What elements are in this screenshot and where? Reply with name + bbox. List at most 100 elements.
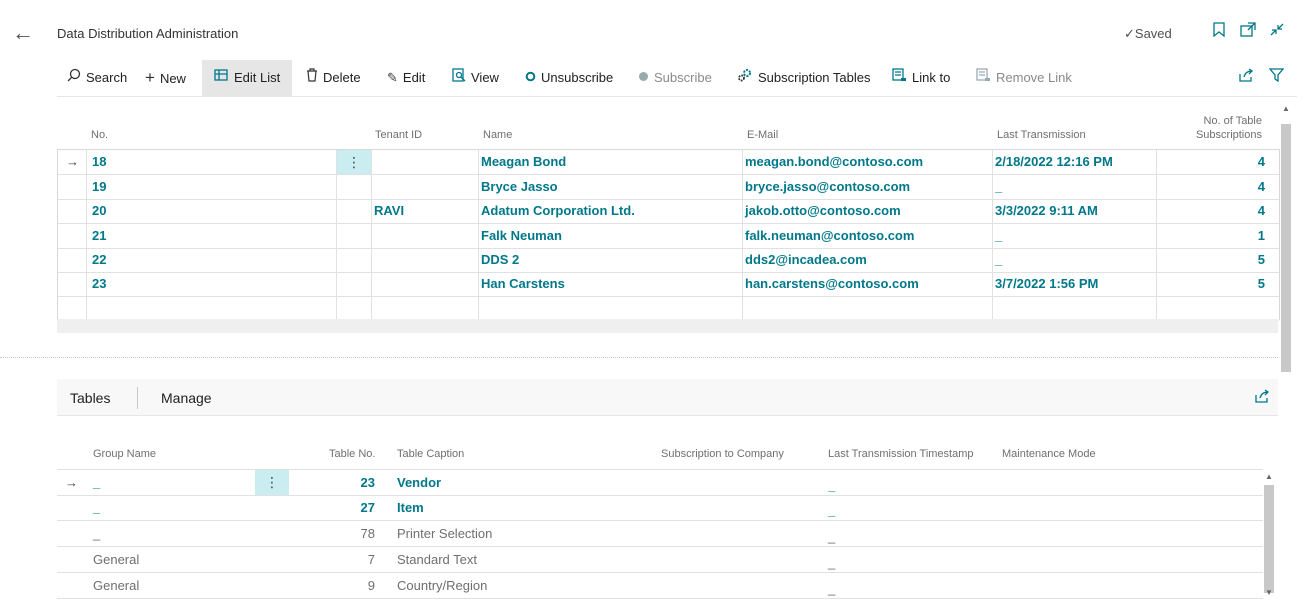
edit-action[interactable]: ✎ Edit (387, 60, 425, 96)
col-header-email[interactable]: E-Mail (747, 129, 778, 141)
table-row[interactable]: _ 78 Printer Selection _ (57, 521, 1263, 547)
row-table-caption: Vendor (397, 475, 442, 490)
new-row[interactable] (58, 296, 1279, 321)
row-actions-button[interactable]: ⋮ (255, 470, 289, 495)
row-subscriptions[interactable]: 5 (1163, 248, 1265, 272)
scroll-up-icon[interactable]: ▲ (1282, 104, 1290, 113)
tables-scrollbar[interactable]: ▲ ▼ (1262, 470, 1276, 600)
row-group-name[interactable]: General (93, 547, 139, 573)
remove-link-icon (976, 60, 991, 96)
row-email: falk.neuman@contoso.com (745, 228, 915, 243)
row-name[interactable]: DDS 2 (481, 248, 519, 272)
part-share-button[interactable] (1255, 379, 1270, 417)
back-button[interactable]: ← (8, 18, 38, 48)
row-no[interactable]: 22 (92, 248, 106, 272)
remove-link-action[interactable]: Remove Link (976, 60, 1072, 96)
row-subscriptions[interactable]: 5 (1163, 272, 1265, 296)
scroll-down-icon[interactable]: ▼ (1265, 588, 1273, 597)
row-table-caption: Printer Selection (397, 526, 493, 541)
col-header-last-transmission[interactable]: Last Transmission (997, 129, 1086, 141)
row-no[interactable]: 18 (92, 150, 106, 174)
scrollbar-thumb[interactable] (1281, 124, 1291, 372)
new-action[interactable]: + New (145, 60, 186, 96)
row-name[interactable]: Han Carstens (481, 272, 565, 296)
row-no[interactable]: 19 (92, 175, 106, 199)
link-to-action[interactable]: Link to (892, 60, 950, 96)
bookmark-icon[interactable] (1210, 22, 1228, 41)
row-subscriptions[interactable]: 4 (1163, 175, 1265, 199)
table-row[interactable]: 19 Bryce Jasso bryce.jasso@contoso.com _… (58, 175, 1279, 200)
col-header-no[interactable]: No. (91, 129, 108, 141)
row-table-no[interactable]: 7 (337, 547, 375, 573)
share-action[interactable] (1239, 60, 1254, 96)
row-name[interactable]: Bryce Jasso (481, 175, 558, 199)
row-no[interactable]: 20 (92, 199, 106, 223)
row-table-no[interactable]: 23 (337, 470, 375, 496)
dot-icon (638, 60, 649, 96)
search-action[interactable]: Search (67, 60, 127, 96)
search-icon (67, 60, 81, 96)
row-name[interactable]: Meagan Bond (481, 150, 566, 174)
row-subscriptions[interactable]: 4 (1163, 150, 1265, 174)
row-group-name[interactable]: General (93, 573, 139, 599)
table-row[interactable]: General 9 Country/Region _ (57, 573, 1263, 599)
table-row[interactable]: 23 Han Carstens han.carstens@contoso.com… (58, 272, 1279, 297)
row-no[interactable]: 23 (92, 272, 106, 296)
table-row[interactable]: 20 RAVI Adatum Corporation Ltd. jakob.ot… (58, 199, 1279, 224)
col-header-subscription-to-company[interactable]: Subscription to Company (661, 448, 784, 460)
filter-action[interactable] (1268, 60, 1285, 96)
page-scrollbar[interactable]: ▲ (1279, 104, 1293, 374)
tab-tables[interactable]: Tables (70, 379, 110, 417)
row-table-no[interactable]: 27 (337, 495, 375, 521)
subscribe-action[interactable]: Subscribe (638, 60, 712, 96)
row-name[interactable]: Falk Neuman (481, 224, 562, 248)
col-header-subscriptions[interactable]: No. of Table Subscriptions (1170, 114, 1262, 142)
view-action[interactable]: View (452, 60, 499, 96)
subscription-tables-action[interactable]: Subscription Tables (737, 60, 871, 96)
ring-icon (525, 60, 536, 96)
col-header-maintenance-mode[interactable]: Maintenance Mode (1002, 448, 1096, 460)
row-subscriptions[interactable]: 1 (1163, 224, 1265, 248)
table-row[interactable]: → 18 ⋮ Meagan Bond meagan.bond@contoso.c… (58, 150, 1279, 175)
row-actions-button[interactable]: ⋮ (337, 150, 371, 174)
open-new-window-icon[interactable] (1239, 22, 1257, 41)
row-last-transmission: 3/3/2022 9:11 AM (995, 203, 1098, 218)
table-row[interactable]: _ 27 Item _ (57, 495, 1263, 521)
row-last-transmission: _ (995, 179, 1003, 194)
row-group-name[interactable]: _ (93, 495, 100, 521)
grid-footer (57, 319, 1278, 333)
col-header-group-name[interactable]: Group Name (93, 448, 156, 460)
collapse-icon[interactable] (1268, 22, 1286, 41)
table-row[interactable]: General 7 Standard Text _ (57, 547, 1263, 573)
col-header-table-no[interactable]: Table No. (329, 448, 375, 460)
tab-manage[interactable]: Manage (161, 379, 212, 417)
row-name[interactable]: Adatum Corporation Ltd. (481, 199, 635, 223)
col-header-name[interactable]: Name (483, 129, 512, 141)
col-header-table-caption[interactable]: Table Caption (397, 448, 464, 460)
main-grid: → 18 ⋮ Meagan Bond meagan.bond@contoso.c… (57, 149, 1280, 321)
part-divider[interactable] (0, 357, 1278, 358)
row-table-no[interactable]: 9 (337, 573, 375, 599)
row-group-name[interactable]: _ (93, 521, 100, 547)
delete-action[interactable]: Delete (306, 60, 361, 96)
row-last-transmission: _ (995, 228, 1003, 243)
row-email: jakob.otto@contoso.com (745, 203, 901, 218)
row-last-transmission: _ (995, 252, 1003, 267)
col-header-tenant-id[interactable]: Tenant ID (375, 129, 422, 141)
row-subscriptions[interactable]: 4 (1163, 199, 1265, 223)
row-table-no[interactable]: 78 (337, 521, 375, 547)
row-email: dds2@incadea.com (745, 252, 867, 267)
table-row[interactable]: → _ ⋮ 23 Vendor _ (57, 469, 1263, 496)
row-group-name[interactable]: _ (93, 470, 100, 496)
saved-status: ✓Saved (1124, 26, 1172, 42)
scrollbar-thumb[interactable] (1264, 485, 1274, 593)
back-arrow-icon: ← (12, 20, 34, 45)
col-header-last-transmission-timestamp[interactable]: Last Transmission Timestamp (828, 448, 974, 460)
row-table-caption: Standard Text (397, 552, 477, 567)
table-row[interactable]: 22 DDS 2 dds2@incadea.com _ 5 (58, 248, 1279, 273)
row-no[interactable]: 21 (92, 224, 106, 248)
unsubscribe-action[interactable]: Unsubscribe (525, 60, 613, 96)
scroll-up-icon[interactable]: ▲ (1265, 472, 1273, 481)
edit-list-action[interactable]: Edit List (202, 60, 293, 96)
table-row[interactable]: 21 Falk Neuman falk.neuman@contoso.com _… (58, 224, 1279, 249)
